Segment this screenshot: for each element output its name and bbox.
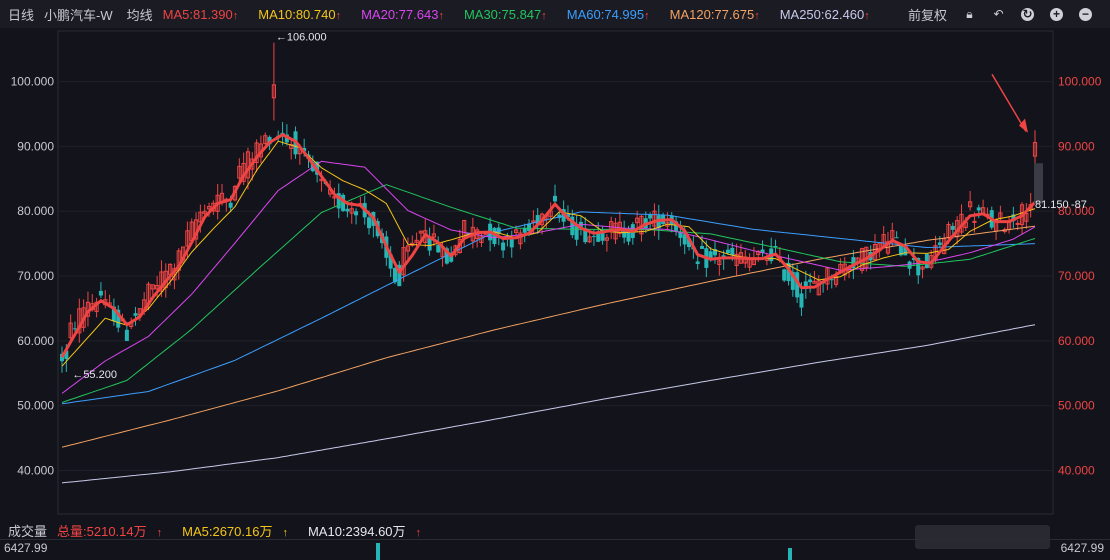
volume-title: 成交量 [8, 523, 48, 539]
up-arrow-icon: ↑ [541, 9, 547, 22]
ma-legend-item: MA120:77.675↑ [669, 6, 760, 22]
y-tick-label-left: 40.000 [17, 464, 54, 478]
up-arrow-icon: ↑ [754, 9, 760, 22]
ma120-line [61, 225, 1036, 448]
candle-body [345, 208, 350, 212]
volume-ma10: MA10:2394.60万 ↑ [307, 523, 422, 539]
ma20-line [61, 160, 1036, 394]
volume-total: 总量:5210.14万 ↑ [57, 523, 163, 539]
zoom-out-icon[interactable]: − [1079, 7, 1092, 21]
candle-body [367, 217, 372, 229]
ma-legend-item: MA20:77.643↑ [361, 6, 444, 22]
volume-axis-left: 6427.99 [4, 541, 48, 555]
candle-body [591, 235, 596, 237]
candle-body [972, 220, 977, 223]
candle-body [648, 214, 653, 219]
ma-legend-item: MA5:81.390↑ [162, 6, 239, 22]
y-tick-label-left: 70.000 [17, 269, 54, 283]
candle-body [799, 293, 804, 308]
candle-body [552, 195, 557, 202]
ma-legend-item: MA60:74.995↑ [566, 6, 650, 22]
candle-body [427, 238, 432, 251]
volume-axis-right: 6427.99 [1060, 541, 1104, 555]
last-price-overlap-label: -87 [1071, 199, 1087, 211]
y-tick-label-left: 80.000 [17, 204, 54, 218]
toolbar: 前复权 🔒︎ ↶ ↻ + − [908, 0, 1102, 28]
ma10-line [61, 140, 1036, 367]
candle-body [98, 290, 103, 296]
low-annotation: ←55.200 [72, 369, 117, 381]
ma-legend-item: MA10:80.740↑ [258, 6, 342, 22]
up-arrow-icon: ↑ [438, 9, 444, 22]
candlestick-chart[interactable]: 100.000 100.00090.000 90.00080.000 80.00070… [0, 28, 1110, 520]
adjust-button[interactable]: 前复权 [908, 5, 947, 24]
y-tick-label-right: 90.000 [1058, 139, 1095, 153]
candle-body [522, 228, 527, 233]
volume-ma5: MA5:2670.16万 ↑ [182, 523, 288, 539]
candle-body [907, 261, 912, 269]
candle-body [501, 242, 506, 251]
volume-pane [0, 539, 1110, 560]
up-arrow-icon: ↑ [232, 9, 239, 22]
y-tick-label-right: 60.000 [1058, 334, 1095, 348]
candle-body [894, 237, 899, 239]
y-tick-label-left: 60.000 [17, 334, 54, 348]
zoom-in-icon[interactable]: + [1050, 7, 1063, 21]
y-tick-label-right: 50.000 [1058, 399, 1095, 413]
y-tick-label-left: 90.000 [17, 139, 54, 153]
candle-body [1015, 222, 1020, 225]
y-tick-label-left: 50.000 [17, 399, 54, 413]
candle-body [133, 313, 138, 316]
candle-body [976, 207, 981, 211]
period-label[interactable]: 日线 [8, 5, 34, 24]
stock-name: 小鹏汽车-W [44, 7, 113, 23]
candle-body [725, 249, 730, 254]
volume-bar [788, 548, 792, 560]
ma-label[interactable]: 均线 [127, 5, 153, 24]
up-arrow-icon: ↑ [644, 9, 650, 22]
ma-legend-item: MA250:62.460↑ [779, 6, 870, 22]
candle-body [695, 261, 700, 264]
ma-legend: MA5:81.390↑ MA10:80.740↑ MA20:77.643↑ MA30:… [163, 7, 890, 22]
ma250-line [61, 324, 1036, 484]
up-arrow-icon: ↑ [335, 9, 342, 22]
candle-body [950, 225, 955, 230]
candle-body [228, 202, 233, 208]
candle-body [354, 211, 359, 216]
ma-legend-item: MA30:75.847↑ [463, 6, 547, 22]
ma5-line [60, 133, 1037, 358]
volume-bar [376, 543, 380, 560]
lock-icon[interactable]: 🔒︎ [963, 7, 976, 21]
high-annotation: ←106.000 [276, 32, 327, 44]
y-tick-label-right: 40.000 [1058, 464, 1095, 478]
undo-icon[interactable]: ↶ [992, 7, 1005, 21]
candle-body [700, 246, 705, 249]
up-arrow-icon: ↑ [864, 9, 870, 22]
plot-frame [57, 30, 1054, 515]
y-tick-label-right: 70.000 [1058, 269, 1095, 283]
pending-bar [1034, 163, 1043, 204]
last-price-label: 81.150 [1035, 199, 1069, 211]
y-tick-label-right: 100.000 [1058, 75, 1102, 89]
candle-body [808, 279, 813, 283]
refresh-icon[interactable]: ↻ [1021, 7, 1034, 21]
candle-body [574, 226, 579, 240]
ma60-line [61, 211, 1036, 405]
candle-body [730, 247, 735, 256]
candle-body [124, 329, 129, 341]
candle-body [782, 269, 787, 281]
y-tick-label-left: 100.000 [11, 75, 55, 89]
pointer-arrow [991, 73, 1027, 132]
indicator-bar: 日线 小鹏汽车-W 均线 MA5:81.390↑ MA10:80.740↑ MA20… [0, 0, 1110, 28]
candle-body [937, 242, 942, 245]
